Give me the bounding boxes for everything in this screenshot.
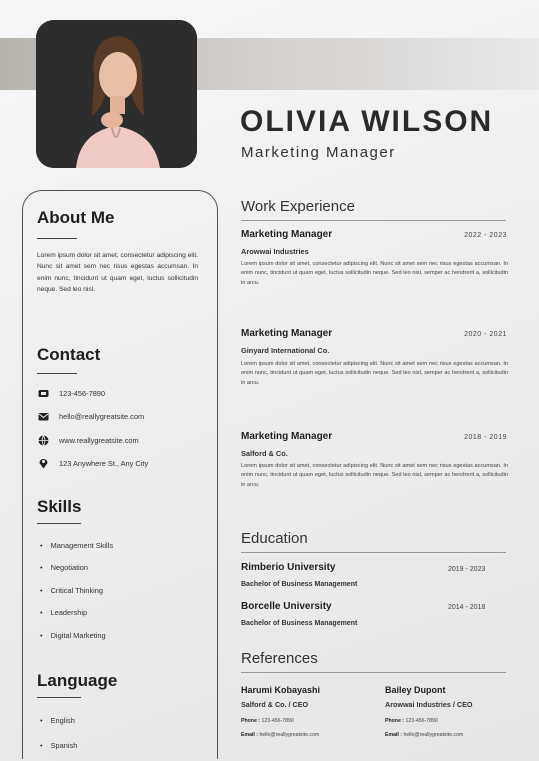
contact-email-text: hello@reallygreatsite.com	[59, 411, 145, 421]
skills-rule	[37, 523, 81, 524]
skill-item: Leadership	[40, 608, 88, 617]
school-name: Borcelle University	[241, 601, 332, 612]
location-icon	[37, 457, 49, 469]
profile-photo	[36, 20, 197, 168]
school-degree: Bachelor of Business Management	[241, 581, 358, 588]
reference-email[interactable]: Email : hello@reallygreatsite.com	[241, 732, 319, 738]
job-title: Marketing Manager	[241, 229, 333, 240]
references-heading: References	[241, 650, 318, 667]
reference-phone-label: Phone :	[241, 718, 261, 724]
contact-address: 123 Anywhere St., Any City	[37, 457, 148, 469]
contact-address-text: 123 Anywhere St., Any City	[59, 458, 149, 468]
candidate-role: Marketing Manager	[241, 144, 396, 161]
contact-website-text: www.reallygreatsite.com	[59, 435, 139, 445]
candidate-name: OLIVIA WILSON	[240, 105, 494, 138]
reference-phone-value: 123-456-7890	[261, 718, 294, 724]
work-heading: Work Experience	[241, 198, 355, 215]
reference-email-value: hello@reallygreatsite.com	[403, 732, 464, 738]
school-degree: Bachelor of Business Management	[241, 620, 358, 627]
contact-email[interactable]: hello@reallygreatsite.com	[37, 410, 144, 422]
about-text: Lorem ipsum dolor sit amet, consectetur …	[37, 252, 198, 293]
contact-rule	[37, 373, 77, 374]
job-title: Marketing Manager	[241, 328, 333, 339]
contact-phone-text: 123-456-7890	[59, 388, 106, 398]
job-description: Lorem ipsum dolor sit amet, consectetur …	[241, 361, 508, 386]
reference-phone-label: Phone :	[385, 718, 405, 724]
reference-email-label: Email :	[385, 732, 403, 738]
skills-heading: Skills	[37, 497, 82, 516]
reference-name: Harumi Kobayashi	[241, 685, 321, 695]
phone-icon	[37, 387, 49, 399]
language-rule	[37, 697, 81, 698]
reference-company: Arowwai Industries / CEO	[385, 700, 473, 709]
job-company: Ginyard International Co.	[241, 346, 330, 355]
skill-item: Management Skills	[40, 541, 113, 550]
skill-item: Negotiation	[40, 563, 88, 572]
education-heading: Education	[241, 530, 308, 547]
reference-name: Bailey Dupont	[385, 685, 446, 695]
school-dates: 2019 - 2023	[448, 566, 486, 573]
about-rule	[37, 238, 77, 239]
language-heading: Language	[37, 671, 118, 690]
job-company: Arowwai Industries	[241, 247, 309, 256]
globe-icon	[37, 434, 49, 446]
reference-email[interactable]: Email : hello@reallygreatsite.com	[385, 732, 463, 738]
reference-phone: Phone : 123-456-7890	[385, 718, 438, 724]
reference-phone: Phone : 123-456-7890	[241, 718, 294, 724]
school-dates: 2014 - 2018	[448, 604, 486, 611]
job-dates: 2020 - 2021	[464, 331, 507, 338]
language-item: Spanish	[40, 741, 78, 750]
contact-phone[interactable]: 123-456-7890	[37, 387, 105, 399]
reference-email-value: hello@reallygreatsite.com	[259, 732, 320, 738]
mail-icon	[37, 410, 49, 422]
job-description: Lorem ipsum dolor sit amet, consectetur …	[241, 261, 508, 286]
reference-email-label: Email :	[241, 732, 259, 738]
school-name: Rimberio University	[241, 562, 336, 573]
job-title: Marketing Manager	[241, 431, 333, 442]
references-rule	[241, 672, 506, 673]
job-company: Salford & Co.	[241, 449, 288, 458]
skill-item: Critical Thinking	[40, 586, 103, 595]
contact-website[interactable]: www.reallygreatsite.com	[37, 434, 139, 446]
job-dates: 2018 - 2019	[464, 434, 507, 441]
contact-heading: Contact	[37, 345, 101, 364]
job-description: Lorem ipsum dolor sit amet, consectetur …	[241, 463, 508, 488]
job-dates: 2022 - 2023	[464, 232, 507, 239]
skill-item: Digital Marketing	[40, 631, 106, 640]
reference-phone-value: 123-456-7890	[405, 718, 438, 724]
education-rule	[241, 552, 506, 553]
about-heading: About Me	[37, 208, 115, 227]
language-item: English	[40, 716, 75, 725]
reference-company: Salford & Co. / CEO	[241, 700, 309, 709]
work-rule	[241, 220, 506, 221]
